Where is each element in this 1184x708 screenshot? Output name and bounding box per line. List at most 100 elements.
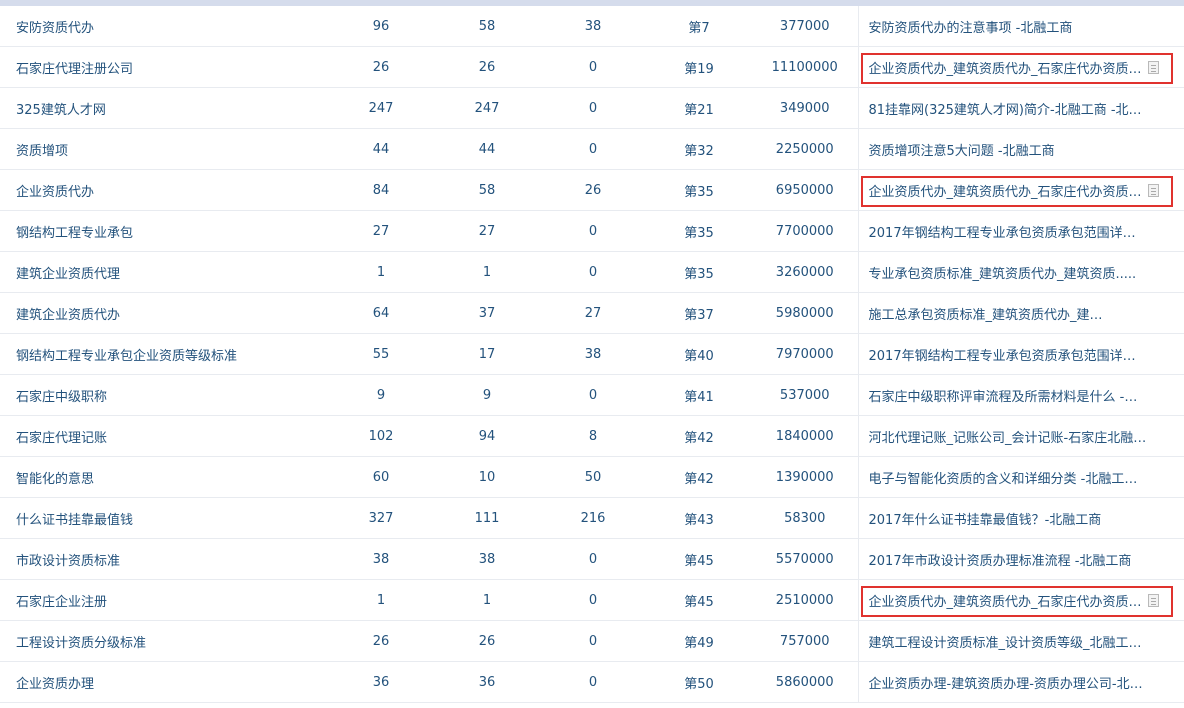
keyword-cell[interactable]: 石家庄企业注册 (0, 579, 328, 621)
index-cell: 349000 (752, 87, 858, 129)
table-row: 石家庄中级职称 9 9 0 第41 537000 石家庄中级职称评审流程及所需材料是什么 -… (0, 374, 1184, 416)
count-cell-3: 8 (540, 415, 646, 457)
page-title-cell: 2017年市政设计资质办理标准流程 -北融工商 (857, 538, 1184, 580)
keyword-cell[interactable]: 钢结构工程专业承包 (0, 210, 328, 252)
rank-cell: 第45 (646, 579, 752, 621)
rank-cell: 第7 (646, 6, 752, 47)
rank-cell: 第42 (646, 456, 752, 498)
count-cell-1: 84 (328, 169, 434, 211)
index-cell: 7700000 (752, 210, 858, 252)
index-cell: 3260000 (752, 251, 858, 293)
count-cell-3: 216 (540, 497, 646, 539)
table-row: 安防资质代办 96 58 38 第7 377000 安防资质代办的注意事项 -北融工商 (0, 6, 1184, 47)
table-row: 建筑企业资质代办 64 37 27 第37 5980000 施工总承包资质标准_建筑资质代办… (0, 292, 1184, 334)
count-cell-2: 111 (434, 497, 540, 539)
page-title-link[interactable]: 专业承包资质标准_建筑资质代办_建筑资质..... (869, 263, 1137, 282)
count-cell-3: 38 (540, 333, 646, 375)
keyword-cell[interactable]: 市政设计资质标准 (0, 538, 328, 580)
keyword-cell[interactable]: 建筑企业资质代理 (0, 251, 328, 293)
table-row: 石家庄企业注册 1 1 0 第45 2510000 企业资质代办_建筑资质代办_石家庄代办资… (0, 579, 1184, 621)
page-title-cell: 企业资质代办_建筑资质代办_石家庄代办资质… (857, 579, 1184, 621)
keyword-cell[interactable]: 325建筑人才网 (0, 87, 328, 129)
table-row: 企业资质办理 36 36 0 第50 5860000 企业资质办理-建筑资质办理-资质办理公… (0, 661, 1184, 703)
page-title-cell: 2017年钢结构工程专业承包资质承包范围详情… (857, 333, 1184, 375)
rank-cell: 第32 (646, 128, 752, 170)
count-cell-1: 96 (328, 6, 434, 47)
page-title-cell: 企业资质代办_建筑资质代办_石家庄代办资质… (857, 46, 1184, 88)
rank-cell: 第35 (646, 210, 752, 252)
document-icon[interactable] (1147, 593, 1159, 607)
document-icon[interactable] (1147, 183, 1159, 197)
count-cell-2: 9 (434, 374, 540, 416)
rank-cell: 第43 (646, 497, 752, 539)
page-title-link[interactable]: 企业资质代办_建筑资质代办_石家庄代办资质… (869, 591, 1142, 610)
page-title-cell: 2017年钢结构工程专业承包资质承包范围详情… (857, 210, 1184, 252)
rank-cell: 第35 (646, 169, 752, 211)
keyword-cell[interactable]: 什么证书挂靠最值钱 (0, 497, 328, 539)
keyword-cell[interactable]: 工程设计资质分级标准 (0, 620, 328, 662)
page-title-cell: 资质增项注意5大问题 -北融工商 (857, 128, 1184, 170)
page-title-cell: 企业资质代办_建筑资质代办_石家庄代办资质… (857, 169, 1184, 211)
page-title-link[interactable]: 2017年钢结构工程专业承包资质承包范围详情… (869, 222, 1147, 241)
count-cell-2: 38 (434, 538, 540, 580)
count-cell-1: 55 (328, 333, 434, 375)
page-title-link[interactable]: 电子与智能化资质的含义和详细分类 -北融工… (869, 468, 1138, 487)
page-title-link[interactable]: 企业资质办理-建筑资质办理-资质办理公司-北… (869, 673, 1143, 692)
table-row: 钢结构工程专业承包 27 27 0 第35 7700000 2017年钢结构工程专业承包资质… (0, 210, 1184, 252)
page-title-link[interactable]: 建筑工程设计资质标准_设计资质等级_北融工… (869, 632, 1142, 651)
table-row: 智能化的意思 60 10 50 第42 1390000 电子与智能化资质的含义和详细分类 -… (0, 456, 1184, 498)
count-cell-2: 17 (434, 333, 540, 375)
page-title-cell: 2017年什么证书挂靠最值钱？-北融工商 (857, 497, 1184, 539)
rank-cell: 第37 (646, 292, 752, 334)
page-title-link[interactable]: 2017年什么证书挂靠最值钱？-北融工商 (869, 509, 1102, 528)
count-cell-2: 27 (434, 210, 540, 252)
page-title-link[interactable]: 施工总承包资质标准_建筑资质代办_建… (869, 304, 1103, 323)
count-cell-3: 27 (540, 292, 646, 334)
index-cell: 1840000 (752, 415, 858, 457)
page-title-link[interactable]: 石家庄中级职称评审流程及所需材料是什么 -… (869, 386, 1138, 405)
rank-cell: 第45 (646, 538, 752, 580)
table-body: 安防资质代办 96 58 38 第7 377000 安防资质代办的注意事项 -北融工商 石家庄… (0, 6, 1184, 703)
page-title-cell: 企业资质办理-建筑资质办理-资质办理公司-北… (857, 661, 1184, 703)
keyword-cell[interactable]: 资质增项 (0, 128, 328, 170)
document-icon[interactable] (1147, 60, 1159, 74)
count-cell-2: 247 (434, 87, 540, 129)
page-title-link[interactable]: 企业资质代办_建筑资质代办_石家庄代办资质… (869, 181, 1142, 200)
count-cell-2: 36 (434, 661, 540, 703)
keyword-cell[interactable]: 智能化的意思 (0, 456, 328, 498)
page-title-link[interactable]: 资质增项注意5大问题 -北融工商 (869, 140, 1055, 159)
count-cell-2: 1 (434, 579, 540, 621)
count-cell-1: 26 (328, 46, 434, 88)
count-cell-1: 327 (328, 497, 434, 539)
keyword-cell[interactable]: 石家庄代理记账 (0, 415, 328, 457)
page-title-link[interactable]: 河北代理记账_记账公司_会计记账-石家庄北融… (869, 427, 1147, 446)
count-cell-3: 0 (540, 538, 646, 580)
keyword-cell[interactable]: 企业资质办理 (0, 661, 328, 703)
page-title-cell: 河北代理记账_记账公司_会计记账-石家庄北融… (857, 415, 1184, 457)
page-title-link[interactable]: 企业资质代办_建筑资质代办_石家庄代办资质… (869, 58, 1142, 77)
index-cell: 757000 (752, 620, 858, 662)
page-title-link[interactable]: 2017年市政设计资质办理标准流程 -北融工商 (869, 550, 1132, 569)
index-cell: 6950000 (752, 169, 858, 211)
keyword-cell[interactable]: 企业资质代办 (0, 169, 328, 211)
count-cell-2: 10 (434, 456, 540, 498)
page-title-link[interactable]: 安防资质代办的注意事项 -北融工商 (869, 17, 1073, 36)
table-row: 资质增项 44 44 0 第32 2250000 资质增项注意5大问题 -北融工商 (0, 128, 1184, 170)
rank-cell: 第35 (646, 251, 752, 293)
page-title-link[interactable]: 81挂靠网(325建筑人才网)简介-北融工商 -北… (869, 99, 1142, 118)
count-cell-3: 0 (540, 661, 646, 703)
table-row: 企业资质代办 84 58 26 第35 6950000 企业资质代办_建筑资质代办_石家庄代… (0, 169, 1184, 211)
count-cell-1: 36 (328, 661, 434, 703)
keyword-cell[interactable]: 石家庄代理注册公司 (0, 46, 328, 88)
count-cell-1: 26 (328, 620, 434, 662)
page-title-link[interactable]: 2017年钢结构工程专业承包资质承包范围详情… (869, 345, 1147, 364)
page-title-cell: 电子与智能化资质的含义和详细分类 -北融工… (857, 456, 1184, 498)
keyword-cell[interactable]: 钢结构工程专业承包企业资质等级标准 (0, 333, 328, 375)
keyword-cell[interactable]: 石家庄中级职称 (0, 374, 328, 416)
count-cell-1: 9 (328, 374, 434, 416)
keyword-cell[interactable]: 安防资质代办 (0, 6, 328, 47)
count-cell-2: 26 (434, 620, 540, 662)
rank-cell: 第49 (646, 620, 752, 662)
keyword-cell[interactable]: 建筑企业资质代办 (0, 292, 328, 334)
count-cell-2: 26 (434, 46, 540, 88)
